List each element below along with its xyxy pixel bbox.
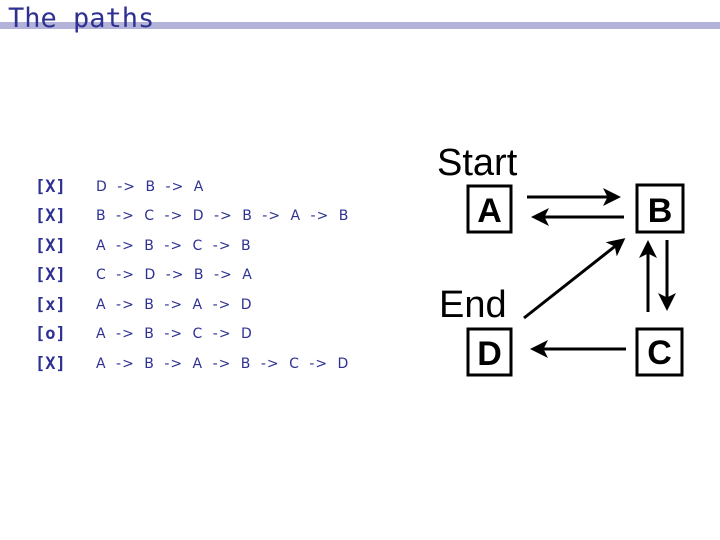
end-label: End [439,284,507,326]
graph-diagram: Start End A B C D [437,142,685,377]
node-a: A [466,184,513,234]
node-c: C [635,327,684,377]
node-b-label: B [648,192,673,230]
node-c-label: C [647,334,672,372]
start-label: Start [437,142,518,184]
edge-d-to-b-arrow [523,238,626,320]
node-d: D [466,327,513,377]
node-b: B [635,183,685,234]
node-a-label: A [477,192,502,230]
node-d-label: D [477,335,502,373]
